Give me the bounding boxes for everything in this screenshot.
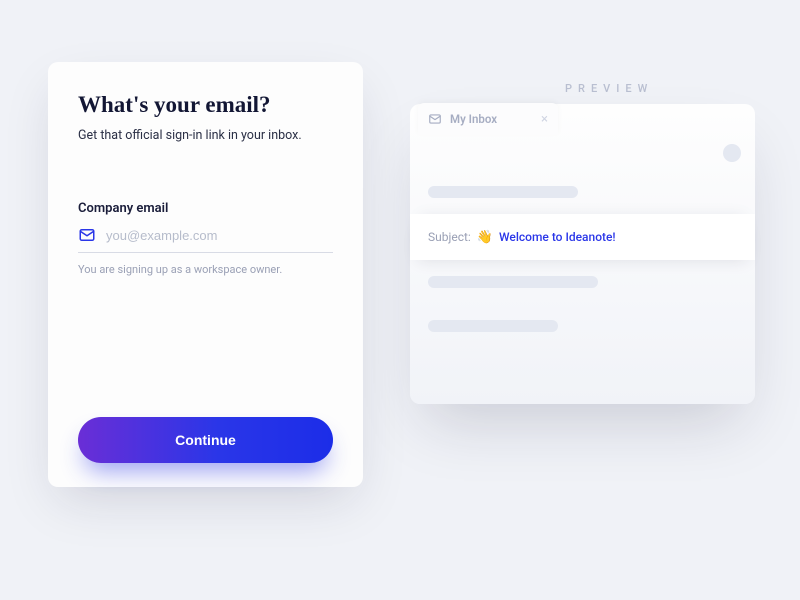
list-item-subject[interactable]: Subject: 👋 Welcome to Ideanote!: [410, 214, 755, 260]
close-icon[interactable]: ×: [541, 113, 548, 126]
mail-icon: [78, 226, 96, 244]
inbox-tab-label: My Inbox: [450, 112, 533, 126]
avatar[interactable]: [723, 144, 741, 162]
inbox-body: Subject: 👋 Welcome to Ideanote!: [410, 136, 755, 404]
card-subtitle: Get that official sign-in link in your i…: [78, 128, 333, 143]
wave-emoji-icon: 👋: [477, 230, 493, 245]
email-field-row: [78, 226, 333, 253]
subject-link[interactable]: Welcome to Ideanote!: [499, 230, 616, 244]
mail-icon: [428, 112, 442, 126]
inbox-tab[interactable]: My Inbox ×: [418, 103, 558, 135]
subject-prefix: Subject:: [428, 230, 471, 244]
list-item: [410, 170, 755, 214]
list-item: [410, 260, 755, 304]
preview-label: PREVIEW: [565, 82, 653, 95]
list-item: [410, 304, 755, 348]
continue-button[interactable]: Continue: [78, 417, 333, 463]
email-input[interactable]: [106, 228, 333, 243]
skeleton-line: [428, 276, 598, 288]
email-field-label: Company email: [78, 201, 333, 216]
card-title: What's your email?: [78, 92, 333, 118]
inbox-toolbar: [410, 136, 755, 170]
skeleton-line: [428, 186, 578, 198]
skeleton-line: [428, 320, 558, 332]
helper-text: You are signing up as a workspace owner.: [78, 263, 333, 276]
signup-card: What's your email? Get that official sig…: [48, 62, 363, 487]
inbox-preview: My Inbox × Subject: 👋 Welcome to Ideanot…: [410, 104, 755, 404]
